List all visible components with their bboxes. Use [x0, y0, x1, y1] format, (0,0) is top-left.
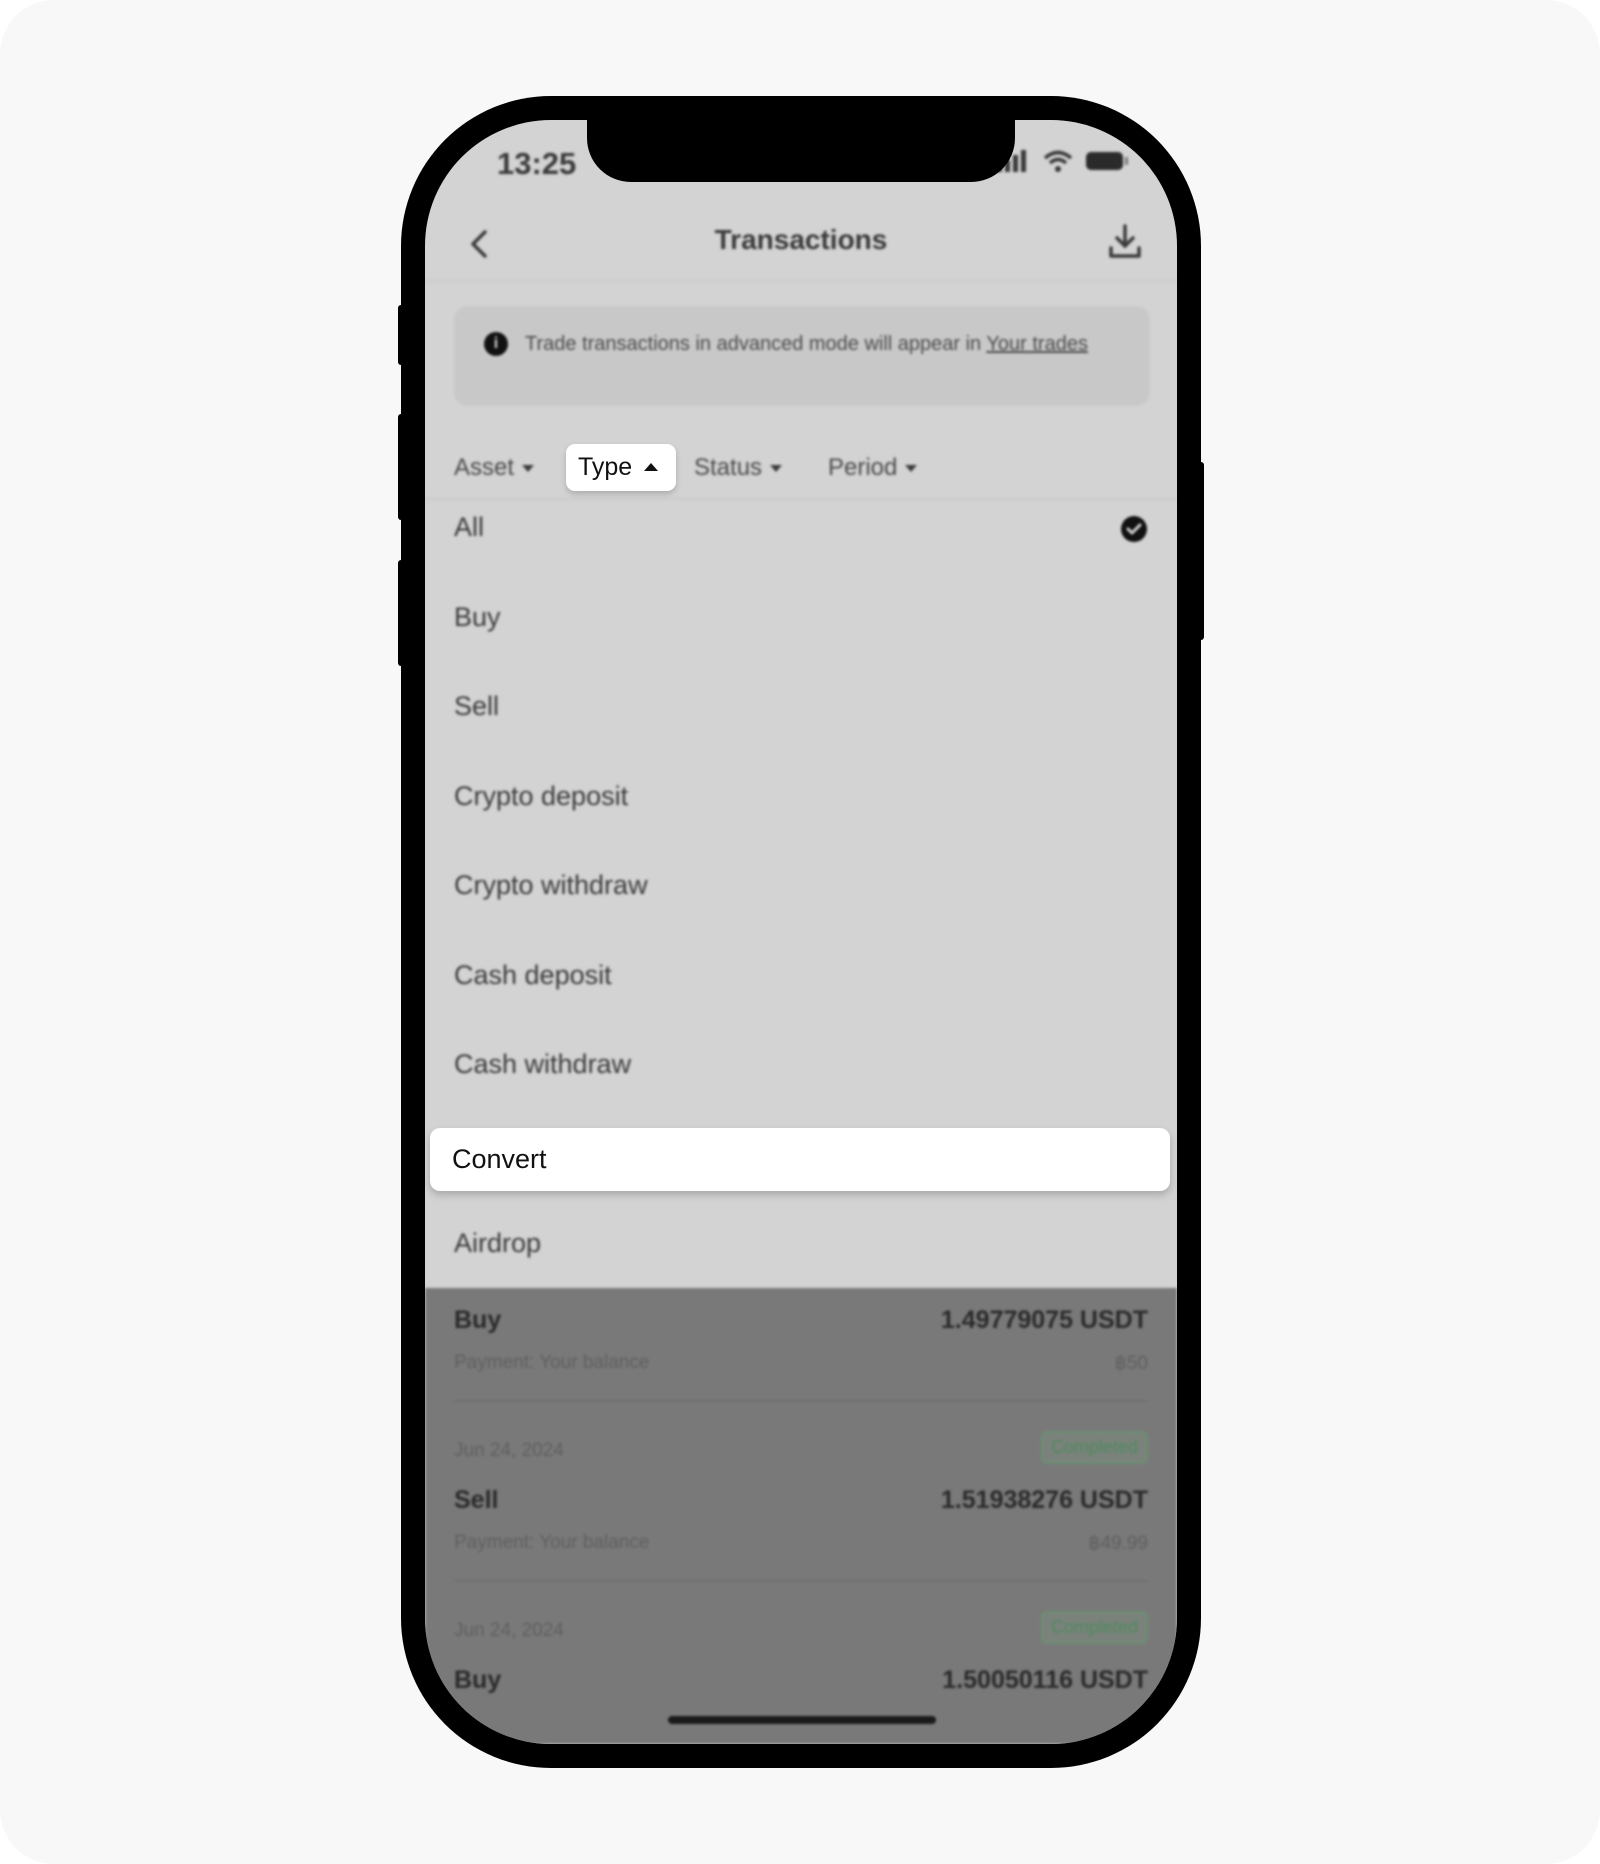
type-option-cash-withdraw[interactable]: Cash withdraw: [454, 1049, 631, 1080]
tx-amount: 1.49779075 USDT: [940, 1306, 1148, 1334]
filter-bar: Asset Status Period: [425, 440, 1177, 500]
header-divider: [425, 280, 1177, 282]
caret-down-icon: [770, 465, 783, 473]
tx-type: Sell: [454, 1486, 499, 1514]
info-banner: i Trade transactions in advanced mode wi…: [454, 306, 1150, 406]
download-icon[interactable]: [1105, 222, 1145, 262]
tx-amount: 1.51938276 USDT: [940, 1486, 1148, 1514]
page-title: Transactions: [714, 224, 888, 255]
volume-up-button: [398, 414, 404, 520]
tx-type: Buy: [454, 1666, 502, 1694]
power-button: [1198, 462, 1204, 640]
filter-divider: [425, 498, 1177, 500]
status-icons: [997, 150, 1129, 172]
dimmed-content: 13:25 Transactions i Trade transactions …: [425, 120, 1177, 1744]
checkmark-icon: [1126, 523, 1142, 535]
type-filter-label: Type: [578, 453, 633, 481]
battery-icon: [1086, 152, 1128, 170]
caret-down-icon: [905, 465, 918, 473]
info-banner-message: Trade transactions in advanced mode will…: [525, 333, 987, 355]
period-filter-label: Period: [828, 454, 898, 481]
status-time: 13:25: [497, 146, 577, 181]
tx-fiat: ฿49.99: [1088, 1533, 1148, 1554]
tx-fiat: ฿50: [1114, 1353, 1148, 1374]
caret-down-icon: [522, 465, 535, 473]
type-option-buy[interactable]: Buy: [454, 602, 501, 633]
status-filter-label: Status: [694, 454, 763, 481]
type-option-sell[interactable]: Sell: [454, 691, 499, 722]
check-circle-icon: [1121, 516, 1147, 542]
notch: [587, 120, 1015, 182]
convert-option-label: Convert: [452, 1144, 547, 1174]
your-trades-link[interactable]: Your trades: [986, 333, 1088, 355]
asset-filter-label: Asset: [454, 454, 515, 481]
status-filter[interactable]: Status: [694, 454, 783, 482]
info-banner-text: Trade transactions in advanced mode will…: [525, 330, 1125, 359]
tx-divider: [454, 1400, 1148, 1402]
status-badge: Completed: [1040, 1431, 1148, 1464]
transaction-list: Buy 1.49779075 USDT Payment: Your balanc…: [425, 1288, 1177, 1744]
tx-payment: Payment: Your balance: [454, 1532, 650, 1553]
type-option-crypto-withdraw[interactable]: Crypto withdraw: [454, 870, 648, 901]
tx-date: Jun 24, 2024: [454, 1440, 564, 1461]
mute-switch: [398, 305, 404, 365]
type-option-airdrop[interactable]: Airdrop: [454, 1228, 541, 1259]
type-option-crypto-deposit[interactable]: Crypto deposit: [454, 781, 628, 812]
type-option-cash-deposit[interactable]: Cash deposit: [454, 960, 612, 991]
volume-down-button: [398, 560, 404, 666]
tx-divider: [454, 1580, 1148, 1582]
wifi-icon: [1043, 150, 1073, 172]
home-indicator: [668, 1716, 936, 1724]
info-icon: i: [484, 332, 508, 356]
phone-screen: 13:25 Transactions i Trade transactions …: [425, 120, 1177, 1744]
tx-type: Buy: [454, 1306, 502, 1334]
type-option-all[interactable]: All: [454, 512, 484, 543]
status-badge: Completed: [1040, 1611, 1148, 1644]
tx-date: Jun 24, 2024: [454, 1620, 564, 1641]
tx-amount: 1.50050116 USDT: [942, 1666, 1148, 1694]
type-option-convert[interactable]: Convert: [430, 1128, 1170, 1191]
tx-payment: Payment: Your balance: [454, 1352, 650, 1373]
period-filter[interactable]: Period: [828, 454, 918, 482]
type-filter[interactable]: Type: [566, 444, 676, 491]
asset-filter[interactable]: Asset: [454, 454, 535, 482]
caret-up-icon: [644, 463, 658, 471]
